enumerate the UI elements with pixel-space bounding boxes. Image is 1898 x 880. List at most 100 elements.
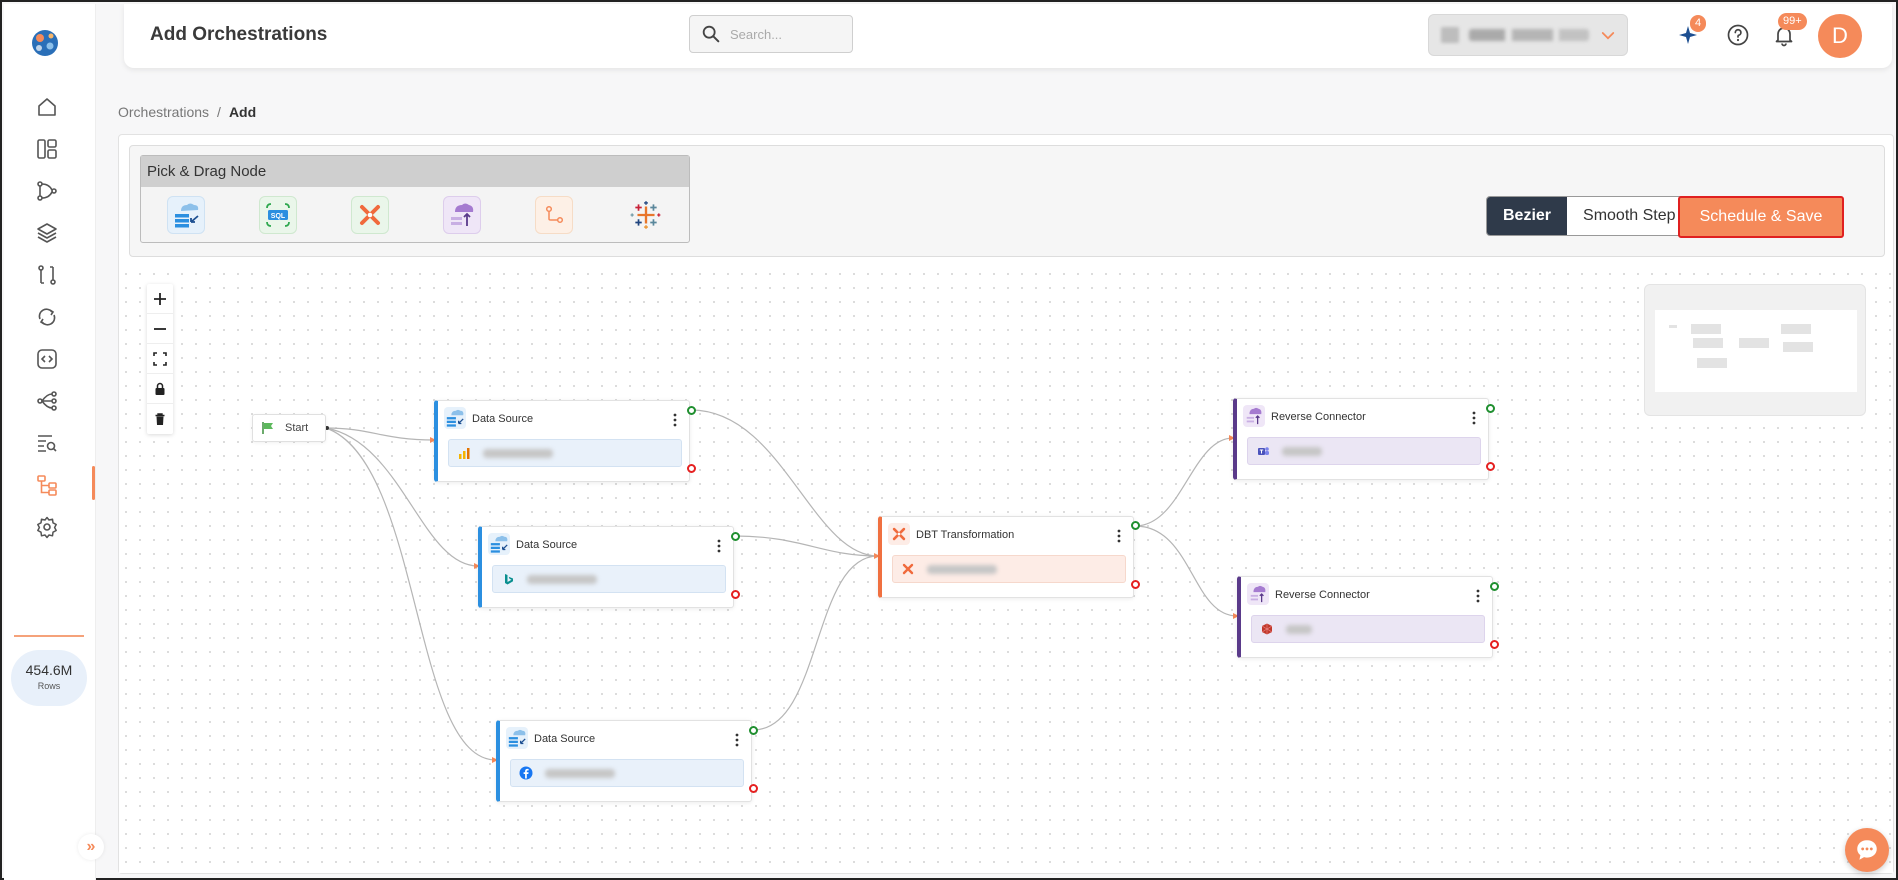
lock-canvas-button[interactable] <box>147 374 173 404</box>
flag-icon <box>262 422 273 434</box>
red-cube-icon <box>1261 623 1273 635</box>
data-source-node-icon <box>506 727 528 749</box>
data-source-node[interactable]: Data Source <box>496 720 752 802</box>
query-icon <box>38 435 57 452</box>
schedule-save-button[interactable]: Schedule & Save <box>1678 196 1844 238</box>
connector-name-redacted <box>527 574 597 584</box>
app-frame: 454.6M Rows » Add Orchestrations 4 99+ D <box>0 0 1898 880</box>
dbt-transformation-node[interactable]: DBT Transformation <box>878 516 1134 598</box>
facebook-icon <box>519 766 533 780</box>
start-node[interactable]: Start <box>252 414 326 442</box>
kebab-menu-icon[interactable] <box>1117 529 1121 543</box>
expand-sidebar-button[interactable]: » <box>78 834 104 860</box>
chat-support-button[interactable] <box>1845 828 1889 872</box>
workspace-name-redacted <box>1469 29 1589 41</box>
reverse-connector-node-icon <box>1243 405 1265 427</box>
sidebar-item-settings[interactable] <box>32 512 62 542</box>
palette-data-source-node[interactable] <box>167 196 205 234</box>
delete-node-button[interactable] <box>147 404 173 434</box>
palette-branch-node[interactable] <box>535 196 573 234</box>
chevron-down-icon <box>1601 32 1615 40</box>
search-box[interactable] <box>689 15 853 53</box>
sidebar-item-sync[interactable] <box>32 302 62 332</box>
notifications-badge: 99+ <box>1778 13 1807 30</box>
sidebar-item-query[interactable] <box>32 428 62 458</box>
pipeline-icon <box>37 181 57 201</box>
data-source-node[interactable]: Data Source <box>478 526 734 608</box>
failure-handle[interactable] <box>1131 580 1140 589</box>
success-handle[interactable] <box>731 532 740 541</box>
failure-handle[interactable] <box>1490 640 1499 649</box>
search-input[interactable] <box>730 26 840 42</box>
sidebar-item-flow[interactable] <box>32 386 62 416</box>
brand-logo-icon[interactable] <box>26 24 64 62</box>
failure-handle[interactable] <box>731 590 740 599</box>
ai-badge: 4 <box>1690 15 1707 32</box>
kebab-menu-icon[interactable] <box>673 413 677 427</box>
start-node-label: Start <box>285 422 309 434</box>
data-source-node[interactable]: Data Source <box>434 400 690 482</box>
fit-view-button[interactable] <box>147 344 173 374</box>
minimap-node <box>1691 324 1721 334</box>
success-handle[interactable] <box>1486 404 1495 413</box>
node-title: DBT Transformation <box>916 529 1015 541</box>
failure-handle[interactable] <box>687 464 696 473</box>
sidebar-item-code[interactable] <box>32 344 62 374</box>
trash-icon <box>155 413 165 425</box>
canvas-minimap[interactable] <box>1644 284 1866 416</box>
minus-icon <box>154 327 166 330</box>
rows-usage-value: 454.6M <box>25 662 73 678</box>
success-handle[interactable] <box>1490 582 1499 591</box>
breadcrumb: Orchestrations / Add <box>118 104 256 120</box>
kebab-menu-icon[interactable] <box>1472 411 1476 425</box>
kebab-menu-icon[interactable] <box>1476 589 1480 603</box>
layers-icon <box>37 223 57 243</box>
bar-chart-icon <box>459 448 470 459</box>
sidebar-item-pipelines[interactable] <box>32 176 62 206</box>
help-icon <box>1727 24 1749 46</box>
kebab-menu-icon[interactable] <box>735 733 739 747</box>
node-connector-field <box>1251 615 1485 643</box>
svg-text:SQL: SQL <box>271 213 286 220</box>
sidebar-item-compare[interactable] <box>32 260 62 290</box>
success-handle[interactable] <box>1131 521 1140 530</box>
data-source-node-icon <box>175 203 199 228</box>
edge-option-smooth-step[interactable]: Smooth Step <box>1567 197 1692 235</box>
success-handle[interactable] <box>749 726 758 735</box>
zoom-in-button[interactable] <box>147 284 173 314</box>
user-avatar[interactable]: D <box>1818 14 1862 58</box>
branch-node-icon <box>545 205 564 224</box>
palette-tableau-node[interactable] <box>627 196 665 234</box>
help-button[interactable] <box>1724 21 1752 49</box>
failure-handle[interactable] <box>1486 462 1495 471</box>
sidebar-item-home[interactable] <box>32 92 62 122</box>
node-title: Reverse Connector <box>1275 589 1370 601</box>
breadcrumb-orchestrations[interactable]: Orchestrations <box>118 104 209 120</box>
teams-icon <box>1258 447 1269 455</box>
dbt-node-icon <box>888 523 910 545</box>
zoom-out-button[interactable] <box>147 314 173 344</box>
sidebar-item-dashboard[interactable] <box>32 134 62 164</box>
bing-icon <box>505 574 513 585</box>
kebab-menu-icon[interactable] <box>717 539 721 553</box>
sidebar-item-layers[interactable] <box>32 218 62 248</box>
page-title: Add Orchestrations <box>150 24 328 45</box>
notifications-button[interactable]: 99+ <box>1770 13 1807 49</box>
edge-option-bezier[interactable]: Bezier <box>1487 197 1568 235</box>
dbt-node-icon <box>360 205 380 225</box>
reverse-connector-node[interactable]: Reverse Connector <box>1237 576 1493 658</box>
node-title: Reverse Connector <box>1271 411 1366 423</box>
palette-reverse-connector-node[interactable] <box>443 196 481 234</box>
minimap-node <box>1739 338 1769 348</box>
data-source-node-icon <box>444 407 466 429</box>
palette-dbt-node[interactable] <box>351 196 389 234</box>
workspace-select[interactable] <box>1428 14 1628 56</box>
reverse-connector-node[interactable]: Reverse Connector <box>1233 398 1489 480</box>
success-handle[interactable] <box>687 406 696 415</box>
palette-sql-node[interactable]: SQL <box>259 196 297 234</box>
ai-assistant-button[interactable]: 4 <box>1674 15 1707 49</box>
settings-icon <box>37 516 57 539</box>
sidebar-item-orchestrations[interactable] <box>32 470 62 500</box>
failure-handle[interactable] <box>749 784 758 793</box>
minimap-node <box>1781 324 1811 334</box>
